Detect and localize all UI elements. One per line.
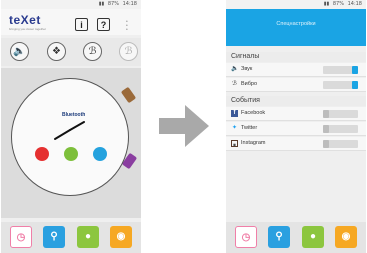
setting-label: Вибро	[241, 81, 258, 87]
setting-label: Twitter	[241, 125, 258, 131]
page-title: Спецнастройки	[276, 21, 316, 27]
battery-level: 87%	[332, 1, 344, 7]
bluetooth-small-icon[interactable]: ℬ	[119, 42, 138, 61]
transition-arrow-icon	[159, 105, 209, 147]
quick-toggles: 🔈 ❖ ℬ ℬ	[1, 38, 141, 66]
logo-tagline: bringing you closer together	[9, 27, 47, 31]
clock-icon[interactable]: ◷	[235, 226, 257, 248]
green-dot-button[interactable]	[64, 147, 78, 161]
app-header: teXet bringing you closer together i ? •…	[1, 9, 141, 35]
bottom-navigation: ◷ ⚲ ● ◉	[226, 222, 366, 253]
status-bar: ▮▮ 87% 14:18	[226, 0, 366, 9]
bottom-navigation: ◷ ⚲ ● ◉	[1, 222, 141, 253]
bulb-icon[interactable]: ❖	[47, 42, 66, 61]
signal-icon: ▮▮	[98, 1, 105, 7]
info-button[interactable]: i	[75, 18, 88, 31]
red-dot-button[interactable]	[35, 147, 49, 161]
watch-face: Bluetooth	[11, 78, 129, 196]
left-phone-screen: ▮▮ 87% 14:18 teXet bringing you closer t…	[1, 0, 141, 253]
search-icon[interactable]: ⚲	[43, 226, 65, 248]
setting-label: Звук	[241, 66, 253, 72]
blue-dot-button[interactable]	[93, 147, 107, 161]
toggle-knob	[323, 125, 329, 133]
setting-row-twitter[interactable]: ✦ Twitter	[226, 122, 366, 136]
help-button[interactable]: ?	[97, 18, 110, 31]
toggle-knob	[323, 110, 329, 118]
twitter-icon: ✦	[231, 125, 238, 131]
instagram-icon: ◉	[231, 140, 238, 147]
section-events-title: События	[226, 96, 366, 106]
signal-icon: ▮▮	[323, 1, 330, 7]
setting-row-vibro[interactable]: ℬ Вибро	[226, 78, 366, 92]
toggle-knob	[323, 140, 329, 148]
pin-icon[interactable]: ●	[302, 226, 324, 248]
status-bar: ▮▮ 87% 14:18	[1, 0, 141, 9]
camera-icon[interactable]: ◉	[110, 226, 132, 248]
setting-label: Instagram	[241, 140, 266, 146]
section-signals-title: Сигналы	[226, 52, 366, 62]
setting-label: Facebook	[241, 110, 266, 116]
toggle-knob	[352, 66, 358, 74]
clock-time: 14:18	[347, 1, 362, 7]
setting-row-instagram[interactable]: ◉ Instagram	[226, 137, 366, 151]
camera-icon[interactable]: ◉	[335, 226, 357, 248]
watch-preview-area: Bluetooth	[1, 68, 141, 218]
twitter-toggle[interactable]	[323, 125, 358, 133]
clock-icon[interactable]: ◷	[10, 226, 32, 248]
setting-row-facebook[interactable]: f Facebook	[226, 107, 366, 121]
setting-row-sound[interactable]: 🔈 Звук	[226, 63, 366, 77]
battery-level: 87%	[107, 1, 119, 7]
settings-header: Спецнастройки	[226, 9, 366, 46]
instagram-toggle[interactable]	[323, 140, 358, 148]
bluetooth-icon[interactable]: ℬ	[83, 42, 102, 61]
facebook-icon: f	[231, 110, 238, 117]
clock-time: 14:18	[122, 1, 137, 7]
watch-hands	[54, 121, 85, 140]
sound-toggle[interactable]	[323, 66, 358, 74]
pin-icon[interactable]: ●	[77, 226, 99, 248]
right-phone-screen: ▮▮ 87% 14:18 Спецнастройки Сигналы 🔈 Зву…	[226, 0, 366, 253]
facebook-toggle[interactable]	[323, 110, 358, 118]
texet-logo: teXet	[9, 13, 41, 27]
speaker-icon[interactable]: 🔈	[10, 42, 29, 61]
bluetooth-icon: ℬ	[232, 81, 237, 87]
speaker-icon: 🔈	[231, 66, 239, 72]
vibro-toggle[interactable]	[323, 81, 358, 89]
toggle-knob	[352, 81, 358, 89]
search-icon[interactable]: ⚲	[268, 226, 290, 248]
overflow-menu-icon[interactable]: • • •	[126, 20, 129, 33]
